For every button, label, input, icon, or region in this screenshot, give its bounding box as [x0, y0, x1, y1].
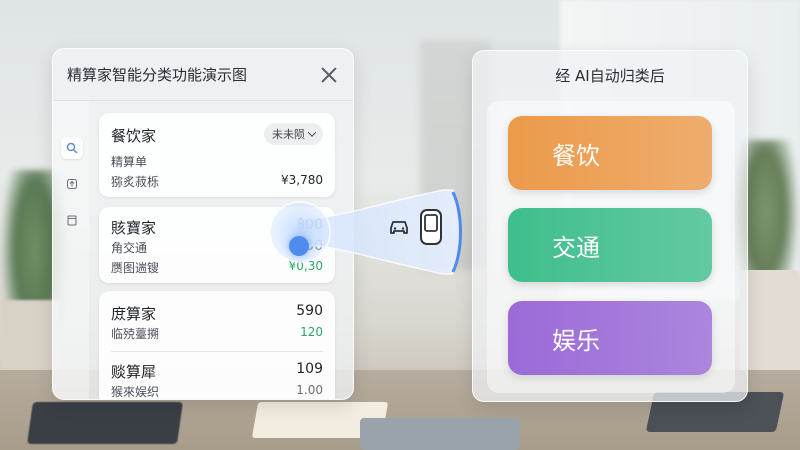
search-icon — [66, 142, 78, 154]
panel-header: 精算家智能分类功能演示图 — [53, 49, 353, 101]
card-amount: 109 — [296, 361, 323, 377]
category-label: 餐饮 — [552, 141, 600, 170]
background-book — [27, 402, 183, 444]
phone-icon — [420, 209, 442, 245]
result-panel-title: 经 AI自动归类后 — [555, 67, 665, 85]
card-subtitle: 猴來娱织 — [111, 385, 160, 399]
upload-icon — [67, 179, 77, 189]
calendar-icon — [67, 215, 77, 226]
rail-upload-button[interactable] — [61, 173, 83, 195]
card-description: 赝图遄锼 — [111, 261, 160, 275]
card-title: 赕算犀 — [111, 363, 157, 381]
rail-search-button[interactable] — [61, 137, 83, 159]
category-dining-button[interactable]: 餐饮 — [508, 116, 712, 190]
side-rail — [53, 101, 89, 399]
background-pot — [740, 270, 800, 380]
category-transport-button[interactable]: 交通 — [508, 208, 712, 282]
car-icon — [390, 221, 408, 234]
card-amount: 590 — [296, 303, 323, 319]
category-label: 交通 — [552, 233, 600, 262]
category-entertainment-button[interactable]: 娱乐 — [508, 301, 712, 375]
category-label: 娱乐 — [552, 326, 600, 355]
card-title: 餐饮家 — [111, 127, 157, 145]
transaction-card[interactable]: 庻算家 590 临殑薹搠 120 赕算犀 109 猴來娱织 1.00 — [99, 291, 335, 399]
card-amount-secondary: 120 — [300, 325, 323, 339]
card-description: 猕炙菽栎 — [111, 175, 160, 189]
focus-dot — [289, 236, 309, 256]
rail-calendar-button[interactable] — [61, 209, 83, 231]
chevron-down-icon — [307, 128, 317, 137]
divider — [111, 351, 323, 352]
card-title: 庻算家 — [111, 305, 157, 323]
close-icon[interactable] — [319, 65, 339, 85]
card-amount-secondary: 1.00 — [296, 383, 323, 397]
category-dropdown[interactable]: 未未陨 — [264, 123, 323, 145]
card-title: 賅寶家 — [111, 219, 157, 237]
card-subtitle: 角交通 — [111, 241, 148, 255]
background-laptop — [360, 418, 520, 450]
panel-title: 精算家智能分类功能演示图 — [67, 66, 248, 84]
dropdown-value: 未未陨 — [272, 128, 305, 141]
card-subtitle: 精算单 — [111, 155, 148, 169]
card-subtitle: 临殑薹搠 — [111, 327, 160, 341]
